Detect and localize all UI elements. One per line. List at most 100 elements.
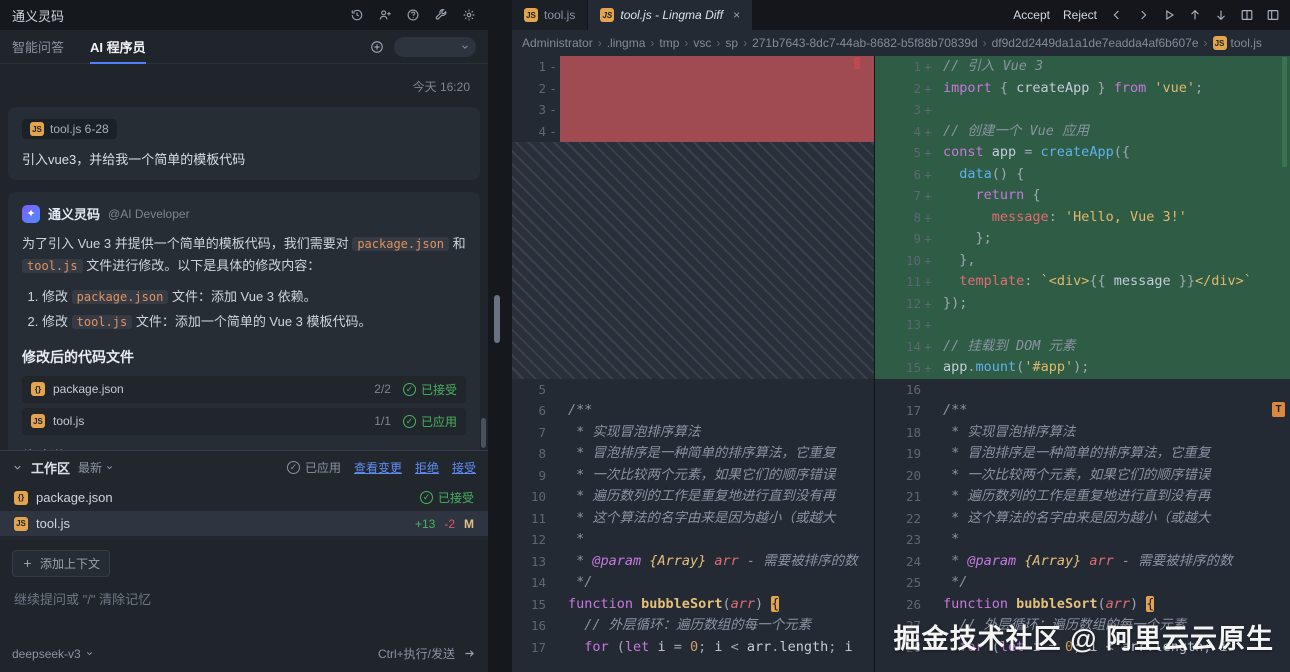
code-line[interactable]: 13 * @param {Array} arr - 需要被排序的数: [512, 551, 874, 573]
code-line[interactable]: 7 + return {: [875, 185, 1290, 207]
code-line[interactable]: 17 /**: [875, 400, 1290, 422]
code-line[interactable]: 23 *: [875, 529, 1290, 551]
invite-user-icon[interactable]: [378, 8, 392, 22]
code-text: * 冒泡排序是一种简单的排序算法，它重复: [568, 445, 836, 461]
sash-handle[interactable]: [494, 295, 500, 343]
new-session-icon[interactable]: [370, 40, 384, 54]
code-line[interactable]: 16: [875, 379, 1290, 401]
file-reference-chip[interactable]: JS tool.js 6-28: [22, 119, 117, 139]
code-line[interactable]: 25 */: [875, 572, 1290, 594]
breadcrumb-item[interactable]: 271b7643-8dc7-44ab-8682-b5f88b70839d: [752, 36, 978, 50]
code-line[interactable]: 5: [512, 379, 874, 401]
code-line[interactable]: 12 *: [512, 529, 874, 551]
line-number: 13: [530, 553, 546, 569]
code-line[interactable]: 26 function bubbleSort(arr) {: [875, 594, 1290, 616]
line-number-gutter: 24: [875, 551, 935, 573]
split-editor-icon[interactable]: [1240, 8, 1254, 22]
code-line[interactable]: 1-: [512, 56, 874, 78]
breadcrumb-item[interactable]: tmp: [659, 36, 679, 50]
editor-tab-1[interactable]: JS tool.js - Lingma Diff ×: [588, 0, 754, 30]
code-line[interactable]: 10 * 遍历数列的工作是重复地进行直到没有再: [512, 486, 874, 508]
js-file-icon: JS: [524, 8, 538, 22]
changed-file-row[interactable]: {} package.json 2/2 ✓ 已接受: [22, 375, 466, 403]
code-line[interactable]: 15 + app.mount('#app');: [875, 357, 1290, 379]
code-line[interactable]: 12 +});: [875, 292, 1290, 314]
code-line[interactable]: 2 + import { createApp } from 'vue';: [875, 77, 1290, 99]
code-line[interactable]: 21 * 遍历数列的工作是重复地进行直到没有再: [875, 486, 1290, 508]
code-line[interactable]: 8 + message: 'Hello, Vue 3!': [875, 206, 1290, 228]
code-line[interactable]: 28 for (let i = 0; i < arr.length; i: [875, 637, 1290, 659]
reject-link[interactable]: 拒绝: [415, 459, 439, 476]
arrow-down-icon[interactable]: [1214, 8, 1228, 22]
code-line[interactable]: 6 + data() {: [875, 163, 1290, 185]
code-line[interactable]: 17 for (let i = 0; i < arr.length; i: [512, 637, 874, 659]
diff-sign: [546, 594, 560, 616]
chat-scrollbar[interactable]: [481, 418, 486, 448]
code-line[interactable]: 3 +: [875, 99, 1290, 121]
breadcrumb-item[interactable]: JS tool.js: [1212, 36, 1262, 50]
settings-icon[interactable]: [462, 8, 476, 22]
breadcrumb-item[interactable]: vsc: [693, 36, 711, 50]
wrench-icon[interactable]: [434, 8, 448, 22]
code-line[interactable]: 7 * 实现冒泡排序算法: [512, 422, 874, 444]
breadcrumb-item[interactable]: Administrator: [522, 36, 593, 50]
code-line[interactable]: 5 + const app = createApp({: [875, 142, 1290, 164]
changed-file-row[interactable]: JS tool.js 1/1 ✓ 已应用: [22, 407, 466, 435]
code-line[interactable]: 24 * @param {Array} arr - 需要被排序的数: [875, 551, 1290, 573]
chevron-right-icon[interactable]: [1136, 8, 1150, 22]
code-line[interactable]: 22 * 这个算法的名字由来是因为越小（或越大: [875, 508, 1290, 530]
workspace-file-row[interactable]: JS tool.js +13 -2 M: [0, 511, 488, 536]
view-changes-link[interactable]: 查看变更: [354, 459, 402, 476]
workspace-filter-dropdown[interactable]: 最新: [78, 459, 114, 476]
code-line[interactable]: 11 * 这个算法的名字由来是因为越小（或越大: [512, 508, 874, 530]
help-icon[interactable]: [406, 8, 420, 22]
code-text: // 外层循环：遍历数组的每一个元素: [568, 617, 812, 633]
history-icon[interactable]: [350, 8, 364, 22]
code-line[interactable]: 10 + },: [875, 249, 1290, 271]
model-selector[interactable]: deepseek-v3: [12, 647, 94, 661]
account-selector[interactable]: [394, 36, 476, 57]
code-line[interactable]: 4-: [512, 120, 874, 142]
code-line[interactable]: 11 + template: `<div>{{ message }}</div>`: [875, 271, 1290, 293]
code-line[interactable]: 9 * 一次比较两个元素，如果它们的顺序错误: [512, 465, 874, 487]
collapse-chevron-icon[interactable]: [12, 462, 23, 473]
code-line[interactable]: 16 // 外层循环：遍历数组的每一个元素: [512, 615, 874, 637]
panel-tab-qa[interactable]: 智能问答: [12, 30, 64, 63]
code-line[interactable]: 4 + // 创建一个 Vue 应用: [875, 120, 1290, 142]
code-line[interactable]: 9 + };: [875, 228, 1290, 250]
diff-sign: [921, 508, 935, 530]
send-button[interactable]: [463, 647, 476, 660]
arrow-up-icon[interactable]: [1188, 8, 1202, 22]
accept-button[interactable]: Accept: [1013, 8, 1050, 22]
run-icon[interactable]: [1162, 8, 1176, 22]
code-line[interactable]: 13 +: [875, 314, 1290, 336]
code-line[interactable]: 15 function bubbleSort(arr) {: [512, 594, 874, 616]
workspace-file-row[interactable]: {} package.json ✓ 已接受: [0, 484, 488, 511]
breadcrumb-item[interactable]: df9d2d2449da1a1de7eadda4af6b607e: [992, 36, 1199, 50]
code-line[interactable]: 3-: [512, 99, 874, 121]
chevron-left-icon[interactable]: [1110, 8, 1124, 22]
code-line[interactable]: 14 + // 挂载到 DOM 元素: [875, 335, 1290, 357]
code-line[interactable]: 20 * 一次比较两个元素，如果它们的顺序错误: [875, 465, 1290, 487]
chat-input[interactable]: 继续提问或 "/" 清除记忆: [12, 577, 476, 645]
code-line[interactable]: 18 * 实现冒泡排序算法: [875, 422, 1290, 444]
close-icon[interactable]: ×: [733, 8, 740, 22]
reject-button[interactable]: Reject: [1063, 8, 1097, 22]
code-line[interactable]: 27 // 外层循环：遍历数组的每一个元素: [875, 615, 1290, 637]
editor-tab-0[interactable]: JS tool.js: [512, 0, 589, 30]
accept-link[interactable]: 接受: [452, 459, 476, 476]
code-line[interactable]: 14 */: [512, 572, 874, 594]
layout-icon[interactable]: [1266, 8, 1280, 22]
code-line[interactable]: 8 * 冒泡排序是一种简单的排序算法，它重复: [512, 443, 874, 465]
code-line[interactable]: 1 + // 引入 Vue 3: [875, 56, 1290, 78]
code-line[interactable]: 6 /**: [512, 400, 874, 422]
panel-tab-ai-programmer[interactable]: AI 程序员: [90, 30, 146, 64]
breadcrumb-item[interactable]: .lingma: [607, 36, 646, 50]
code-text: function bubbleSort(arr) {: [943, 595, 1155, 612]
code-line[interactable]: 19 * 冒泡排序是一种简单的排序算法，它重复: [875, 443, 1290, 465]
code-line[interactable]: 2-: [512, 77, 874, 99]
add-context-button[interactable]: 添加上下文: [12, 550, 111, 577]
line-number-gutter: 3 +: [875, 99, 935, 121]
code-text: message: 'Hello, Vue 3!': [991, 208, 1187, 225]
breadcrumb-item[interactable]: sp: [725, 36, 738, 50]
